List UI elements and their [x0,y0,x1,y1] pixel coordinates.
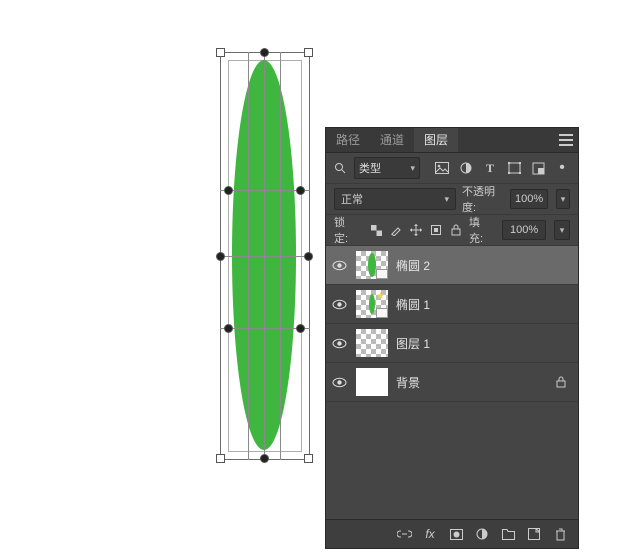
layer-row[interactable]: ★ 椭圆 1 [326,285,578,324]
fx-icon[interactable]: fx [422,526,438,542]
artboard-dot-icon[interactable]: • [554,160,570,176]
visibility-toggle[interactable] [326,338,352,349]
lock-artboard-icon[interactable] [429,223,443,237]
filter-type-select[interactable]: 类型 ▾ [354,157,420,179]
image-icon[interactable] [434,160,450,176]
fill-chevron[interactable]: ▾ [554,220,570,240]
lock-icon [556,376,566,388]
handle-sw[interactable] [216,454,225,463]
lock-paint-icon[interactable] [389,223,403,237]
opacity-value[interactable]: 100% [510,189,548,209]
trash-icon[interactable] [552,526,568,542]
adjustment-icon[interactable] [474,526,490,542]
link-icon[interactable] [396,526,412,542]
blend-mode-label: 正常 [341,191,363,207]
blend-row: 正常 ▾ 不透明度: 100% ▾ [326,184,578,215]
fill-value[interactable]: 100% [502,220,546,240]
panel-tabs: 路径 通道 图层 [326,128,578,153]
layers-panel: 路径 通道 图层 类型 ▾ T • 正常 ▾ 不透明度: 100% ▾ [326,128,578,548]
shape-icon[interactable] [506,160,522,176]
opacity-label: 不透明度: [462,183,502,215]
fill-label: 填充: [469,214,494,246]
handle-s[interactable] [260,454,269,463]
lock-pixels-icon[interactable] [369,223,383,237]
layer-name: 椭圆 1 [396,296,430,313]
text-icon[interactable]: T [482,160,498,176]
anchor-1[interactable] [224,186,233,195]
layer-name: 椭圆 2 [396,257,430,274]
layer-thumb [356,251,388,279]
layer-name: 背景 [396,374,420,391]
visibility-toggle[interactable] [326,299,352,310]
adjust-icon[interactable] [458,160,474,176]
handle-n[interactable] [260,48,269,57]
anchor-2[interactable] [296,186,305,195]
chevron-down-icon: ▾ [444,194,449,205]
guide-mid [220,256,310,257]
handle-nw[interactable] [216,48,225,57]
search-icon [334,162,348,174]
handle-se[interactable] [304,454,313,463]
tab-channels[interactable]: 通道 [370,128,414,152]
anchor-3[interactable] [224,324,233,333]
panel-bottom-bar: fx [326,519,578,548]
chevron-down-icon: ▾ [410,163,415,174]
mask-icon[interactable] [448,526,464,542]
tab-layers[interactable]: 图层 [414,128,458,152]
filter-row: 类型 ▾ T • [326,153,578,184]
visibility-toggle[interactable] [326,260,352,271]
layer-row[interactable]: 背景 [326,363,578,402]
handle-e[interactable] [304,252,313,261]
blend-mode-select[interactable]: 正常 ▾ [334,188,456,210]
panel-menu-icon[interactable] [554,128,578,152]
handle-ne[interactable] [304,48,313,57]
anchor-4[interactable] [296,324,305,333]
lock-label: 锁定: [334,214,359,246]
filter-type-label: 类型 [359,160,381,176]
star-icon: ★ [376,292,386,302]
layer-thumb [356,368,388,396]
group-icon[interactable] [500,526,516,542]
tab-paths[interactable]: 路径 [326,128,370,152]
lock-all-icon[interactable] [449,223,463,237]
lock-position-icon[interactable] [409,223,423,237]
layer-list: 椭圆 2 ★ 椭圆 1 图层 1 背景 [326,246,578,402]
opacity-chevron[interactable]: ▾ [556,189,570,209]
layer-thumb: ★ [356,290,388,318]
filter-icon-group: T • [434,160,570,176]
smartobj-icon[interactable] [530,160,546,176]
layer-row[interactable]: 椭圆 2 [326,246,578,285]
visibility-toggle[interactable] [326,377,352,388]
lock-row: 锁定: 填充: 100% ▾ [326,215,578,246]
layer-thumb [356,329,388,357]
lock-icon-group [369,223,463,237]
handle-w[interactable] [216,252,225,261]
layer-row[interactable]: 图层 1 [326,324,578,363]
new-layer-icon[interactable] [526,526,542,542]
layer-name: 图层 1 [396,335,430,352]
